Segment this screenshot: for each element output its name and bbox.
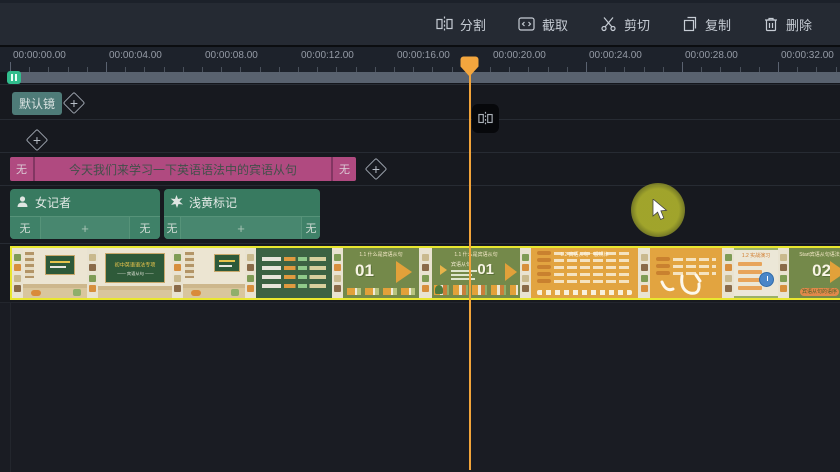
playhead-handle[interactable] — [460, 56, 479, 82]
annotation-title: 浅黄标记 — [189, 194, 237, 211]
filmstrip-frame — [650, 248, 722, 298]
filmstrip-perforation — [520, 248, 531, 298]
annotation-block-reporter[interactable]: 女记者 无 + 无 — [10, 189, 160, 239]
ruler-tick — [106, 62, 107, 72]
annotation-cell-add[interactable]: + — [40, 217, 130, 239]
plus-icon: + — [363, 156, 389, 182]
filmstrip-frame: 1.2 实战演习 — [734, 248, 778, 298]
filmstrip-perforation — [419, 248, 432, 298]
annotation-cells: 无 + 无 — [164, 216, 320, 239]
ruler-timestamp: 00:00:28.00 — [685, 50, 738, 61]
split-button[interactable]: 分割 — [436, 15, 486, 34]
mouse-cursor — [652, 199, 672, 228]
video-editor-timeline-panel: 分割 截取 剪切 复制 删除 00:00:00.0000:00:04.0000:… — [0, 0, 840, 472]
delete-button[interactable]: 删除 — [763, 15, 812, 34]
ruler-tick — [682, 62, 683, 72]
timeline-start-marker[interactable] — [7, 71, 21, 84]
filmstrip-frame: 1.1 什么是宾语从句宾语从句01 — [432, 248, 520, 298]
filmstrip-perforation — [87, 248, 98, 298]
copy-button[interactable]: 复制 — [682, 15, 731, 34]
subtitle-clip[interactable]: 无 今天我们来学习一下英语语法中的宾语从句 无 — [10, 157, 356, 181]
ruler-timestamp: 00:00:20.00 — [493, 50, 546, 61]
filmstrip-frame: 初中英语语法专项—— 宾语从句 —— — [98, 248, 172, 298]
filmstrip-perforation — [638, 248, 650, 298]
track-row-camera — [0, 84, 840, 119]
annotation-cell-right[interactable]: 无 — [302, 217, 320, 239]
annotation-cell-right[interactable]: 无 — [130, 217, 160, 239]
annotation-cells: 无 + 无 — [10, 216, 160, 239]
filmstrip-perforation — [778, 248, 789, 298]
filmstrip-frame: Start宾语从句语法02宾语从句的语序 — [789, 248, 840, 298]
playhead-line — [469, 58, 471, 470]
annotation-header: 女记者 — [10, 189, 160, 216]
filmstrip-frame — [256, 248, 332, 298]
split-mode-cursor-icon — [472, 104, 499, 133]
track-row-empty — [0, 119, 840, 152]
subtitle-text-segment[interactable]: 今天我们来学习一下英语语法中的宾语从句 — [33, 157, 333, 181]
annotation-block-marker[interactable]: 浅黄标记 无 + 无 — [164, 189, 320, 239]
subtitle-left-segment[interactable]: 无 — [10, 157, 33, 181]
copy-icon — [682, 16, 698, 32]
filmstrip-perforation — [245, 248, 256, 298]
annotation-cell-add[interactable]: + — [180, 217, 302, 239]
filmstrip-perforation — [722, 248, 734, 298]
video-clip-filmstrip[interactable]: 初中英语语法专项—— 宾语从句 —— 1.1 什么是宾语从句01 1.1 什么是宾语… — [10, 246, 840, 300]
capture-label: 截取 — [542, 15, 568, 34]
copy-label: 复制 — [705, 15, 731, 34]
filmstrip-perforation — [12, 248, 23, 298]
annotation-title: 女记者 — [35, 194, 71, 211]
star-icon — [170, 195, 183, 211]
filmstrip-perforation — [172, 248, 183, 298]
ruler-tick — [778, 62, 779, 72]
delete-label: 删除 — [786, 15, 812, 34]
filmstrip-perforation — [332, 248, 343, 298]
ruler-timestamp: 00:00:16.00 — [397, 50, 450, 61]
scissors-icon — [600, 16, 617, 32]
split-icon — [436, 16, 453, 32]
annotation-cell-left[interactable]: 无 — [164, 217, 180, 239]
filmstrip-frame: 1.2 宾语从句一般规律 — [531, 248, 638, 298]
timeline-zoom-scrollbar[interactable] — [10, 72, 840, 83]
ruler-timestamp: 00:00:08.00 — [205, 50, 258, 61]
ruler-timestamp: 00:00:04.00 — [109, 50, 162, 61]
ruler-tick — [586, 62, 587, 72]
person-icon — [16, 195, 29, 211]
cut-label: 剪切 — [624, 15, 650, 34]
add-clip-button[interactable]: + — [24, 127, 50, 153]
add-camera-button[interactable]: + — [61, 90, 87, 116]
add-subtitle-button[interactable]: + — [363, 156, 389, 182]
toolbar: 分割 截取 剪切 复制 删除 — [0, 0, 840, 47]
capture-button[interactable]: 截取 — [518, 15, 568, 34]
subtitle-right-segment[interactable]: 无 — [333, 157, 356, 181]
plus-icon: + — [61, 90, 87, 116]
filmstrip-frame — [183, 248, 245, 298]
filmstrip-frame: 1.1 什么是宾语从句01 — [343, 248, 419, 298]
filmstrip-frame — [23, 248, 87, 298]
annotation-header: 浅黄标记 — [164, 189, 320, 216]
default-camera-badge[interactable]: 默认镜 — [12, 92, 62, 115]
capture-icon — [518, 16, 535, 32]
ruler-timestamp: 00:00:32.00 — [781, 50, 834, 61]
split-label: 分割 — [460, 15, 486, 34]
timeline-empty-area — [0, 302, 840, 472]
time-ruler[interactable]: 00:00:00.00 00:00:04.00 00:00:08.00 00:00:1… — [0, 47, 840, 72]
plus-icon: + — [24, 127, 50, 153]
ruler-timestamp: 00:00:00.00 — [13, 50, 66, 61]
annotation-cell-left[interactable]: 无 — [10, 217, 40, 239]
cut-button[interactable]: 剪切 — [600, 15, 650, 34]
ruler-timestamp: 00:00:12.00 — [301, 50, 354, 61]
trash-icon — [763, 16, 779, 32]
ruler-timestamp: 00:00:24.00 — [589, 50, 642, 61]
